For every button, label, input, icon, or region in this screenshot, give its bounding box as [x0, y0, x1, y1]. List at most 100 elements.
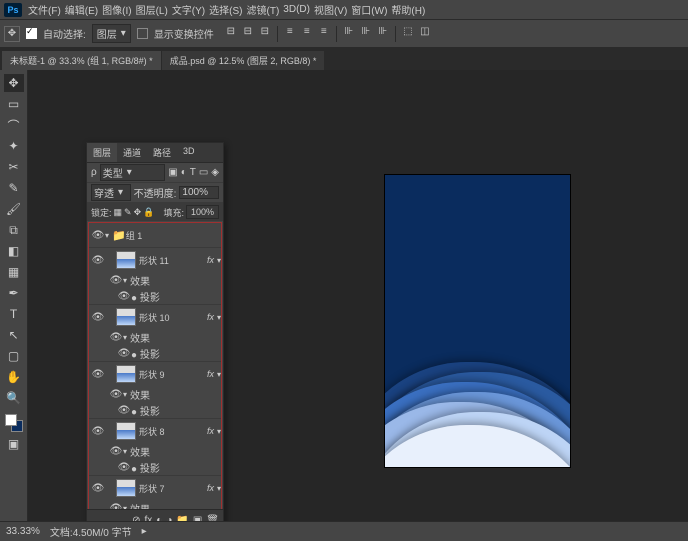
layer-effect-shadow[interactable]: 👁● 投影	[89, 288, 221, 304]
layer-effect-shadow[interactable]: 👁● 投影	[89, 402, 221, 418]
align-icon[interactable]: ⊟	[258, 26, 272, 42]
align-icon[interactable]: ≡	[317, 26, 331, 42]
lock-icon[interactable]: ✥	[134, 207, 142, 218]
auto-select-target[interactable]: 图层▾	[92, 24, 131, 43]
distribute-icon[interactable]: ⊪	[342, 26, 356, 42]
auto-select-checkbox[interactable]	[26, 28, 37, 39]
menu-view[interactable]: 视图(V)	[314, 2, 347, 17]
panel-tab-layers[interactable]: 图层	[87, 143, 117, 162]
lock-icon[interactable]: ▦	[114, 207, 123, 218]
visibility-icon[interactable]: 👁	[117, 405, 131, 416]
layer-name[interactable]: 形状 7	[139, 482, 207, 495]
layer-effect-shadow[interactable]: 👁● 投影	[89, 345, 221, 361]
layer-effects[interactable]: 👁▾效果	[89, 329, 221, 345]
path-tool[interactable]: ↖	[4, 326, 24, 344]
layer-row[interactable]: 👁形状 10fx▾	[89, 305, 221, 329]
quickmask-tool[interactable]: ▣	[4, 435, 24, 453]
eyedropper-tool[interactable]: ✎	[4, 179, 24, 197]
layer-name[interactable]: 形状 8	[139, 425, 207, 438]
align-icon[interactable]: ⊟	[224, 26, 238, 42]
lasso-tool[interactable]: ⌒	[4, 116, 24, 134]
visibility-icon[interactable]: 👁	[109, 389, 123, 400]
panel-tab-paths[interactable]: 路径	[147, 143, 177, 162]
menu-help[interactable]: 帮助(H)	[391, 2, 425, 17]
layer-thumbnail[interactable]	[116, 251, 136, 269]
mode-3d-icon[interactable]: ◫	[418, 26, 432, 42]
fx-indicator[interactable]: fx	[207, 255, 214, 265]
crop-tool[interactable]: ✂	[4, 158, 24, 176]
opacity-input[interactable]: 100%	[179, 186, 219, 199]
panel-tab-channels[interactable]: 通道	[117, 143, 147, 162]
menu-3d[interactable]: 3D(D)	[283, 4, 310, 15]
visibility-icon[interactable]: 👁	[91, 312, 105, 323]
layer-effects[interactable]: 👁▾效果	[89, 443, 221, 459]
visibility-icon[interactable]: 👁	[109, 275, 123, 286]
fx-indicator[interactable]: fx	[207, 483, 214, 493]
visibility-icon[interactable]: 👁	[109, 332, 123, 343]
fx-indicator[interactable]: fx	[207, 426, 214, 436]
visibility-icon[interactable]: 👁	[91, 255, 105, 266]
menu-file[interactable]: 文件(F)	[28, 2, 61, 17]
zoom-tool[interactable]: 🔍	[4, 389, 24, 407]
menu-image[interactable]: 图像(I)	[102, 2, 131, 17]
align-icon[interactable]: ≡	[300, 26, 314, 42]
layer-name[interactable]: 形状 10	[139, 311, 207, 324]
filter-icon[interactable]: T	[190, 167, 196, 178]
visibility-icon[interactable]: 👁	[91, 483, 105, 494]
pen-tool[interactable]: ✒	[4, 284, 24, 302]
panel-tab-3d[interactable]: 3D	[177, 143, 201, 162]
layer-name[interactable]: 形状 9	[139, 368, 207, 381]
layer-thumbnail[interactable]	[116, 422, 136, 440]
layer-row[interactable]: 👁形状 9fx▾	[89, 362, 221, 386]
blend-mode-select[interactable]: 穿透▾	[91, 184, 131, 201]
align-icon[interactable]: ⊟	[241, 26, 255, 42]
gradient-tool[interactable]: ▦	[4, 263, 24, 281]
visibility-icon[interactable]: 👁	[91, 426, 105, 437]
visibility-icon[interactable]: 👁	[117, 462, 131, 473]
canvas-area[interactable]: 图层 通道 路径 3D ρ 类型▾ ▣◐T▭◈ 穿透▾ 不透明度: 100% 锁…	[28, 70, 688, 521]
marquee-tool[interactable]: ▭	[4, 95, 24, 113]
menu-type[interactable]: 文字(Y)	[172, 2, 205, 17]
stamp-tool[interactable]: ⧉	[4, 221, 24, 239]
filter-icon[interactable]: ◐	[181, 167, 187, 178]
wand-tool[interactable]: ✦	[4, 137, 24, 155]
lock-icon[interactable]: ✎	[124, 207, 132, 218]
layer-thumbnail[interactable]	[116, 308, 136, 326]
distribute-icon[interactable]: ⊪	[376, 26, 390, 42]
menu-edit[interactable]: 编辑(E)	[65, 2, 98, 17]
distribute-icon[interactable]: ⊪	[359, 26, 373, 42]
visibility-icon[interactable]: 👁	[109, 446, 123, 457]
menu-select[interactable]: 选择(S)	[209, 2, 242, 17]
filter-icon[interactable]: ◈	[211, 167, 219, 178]
menu-filter[interactable]: 滤镜(T)	[247, 2, 280, 17]
eraser-tool[interactable]: ◧	[4, 242, 24, 260]
document-tab[interactable]: 未标题-1 @ 33.3% (组 1, RGB/8#) *	[2, 51, 162, 70]
color-swatch[interactable]	[5, 414, 23, 432]
brush-tool[interactable]: 🖌	[4, 200, 24, 218]
type-tool[interactable]: T	[4, 305, 24, 323]
layer-name[interactable]: 形状 11	[139, 254, 207, 267]
layer-row[interactable]: 👁形状 7fx▾	[89, 476, 221, 500]
hand-tool[interactable]: ✋	[4, 368, 24, 386]
fx-indicator[interactable]: fx	[207, 369, 214, 379]
layer-group[interactable]: 👁 ▾📁 组 1	[89, 223, 221, 247]
layer-thumbnail[interactable]	[116, 479, 136, 497]
menu-window[interactable]: 窗口(W)	[351, 2, 387, 17]
doc-info[interactable]: 文档:4.50M/0 字节	[50, 524, 132, 539]
layer-row[interactable]: 👁形状 11fx▾	[89, 248, 221, 272]
visibility-icon[interactable]: 👁	[91, 230, 105, 241]
visibility-icon[interactable]: 👁	[117, 348, 131, 359]
fill-input[interactable]: 100%	[186, 205, 219, 219]
transform-checkbox[interactable]	[137, 28, 148, 39]
move-tool[interactable]: ✥	[4, 74, 24, 92]
align-icon[interactable]: ≡	[283, 26, 297, 42]
mode-3d-icon[interactable]: ⬚	[401, 26, 415, 42]
layer-thumbnail[interactable]	[116, 365, 136, 383]
layer-effect-shadow[interactable]: 👁● 投影	[89, 459, 221, 475]
layer-row[interactable]: 👁形状 8fx▾	[89, 419, 221, 443]
layer-kind-select[interactable]: 类型▾	[100, 164, 166, 181]
filter-icon[interactable]: ▭	[199, 167, 208, 178]
menu-layer[interactable]: 图层(L)	[136, 2, 168, 17]
visibility-icon[interactable]: 👁	[91, 369, 105, 380]
document-tab[interactable]: 成品.psd @ 12.5% (图层 2, RGB/8) *	[162, 51, 326, 70]
